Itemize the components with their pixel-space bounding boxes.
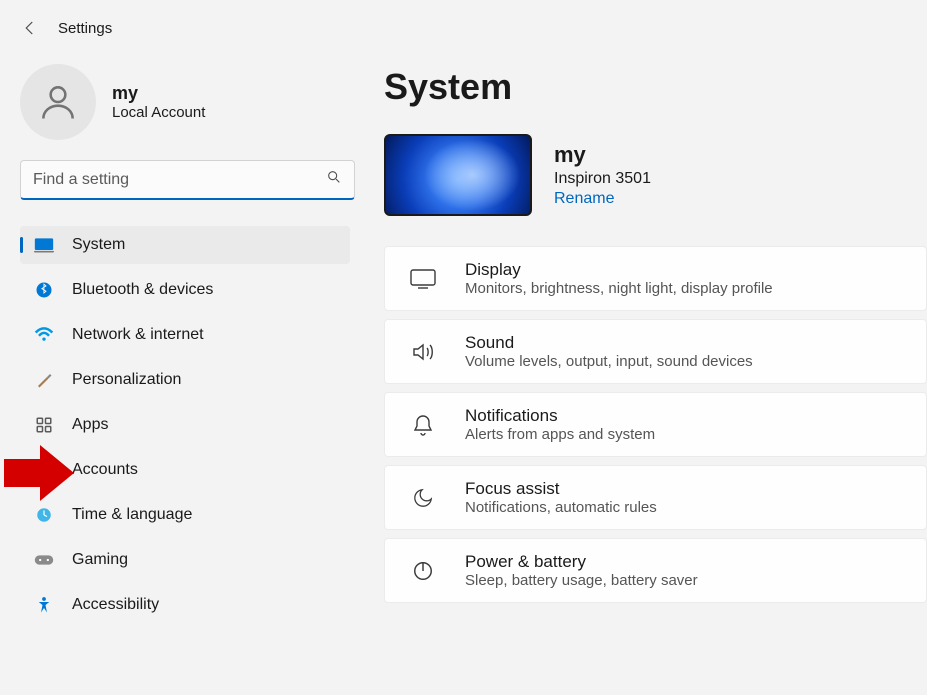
nav-item-gaming[interactable]: Gaming	[20, 541, 350, 579]
nav-item-network[interactable]: Network & internet	[20, 316, 350, 354]
nav-label: System	[72, 236, 125, 254]
nav-label: Personalization	[72, 371, 181, 389]
card-title: Focus assist	[465, 479, 657, 499]
sound-icon	[409, 338, 437, 366]
nav-item-accounts[interactable]: Accounts	[20, 451, 350, 489]
nav-label: Gaming	[72, 551, 128, 569]
display-icon	[409, 265, 437, 293]
moon-icon	[409, 484, 437, 512]
search-box[interactable]	[20, 160, 355, 200]
nav-label: Accessibility	[72, 596, 159, 614]
avatar	[20, 64, 96, 140]
card-desc: Alerts from apps and system	[465, 426, 655, 443]
card-title: Notifications	[465, 406, 655, 426]
account-block[interactable]: my Local Account	[20, 64, 350, 140]
sidebar: my Local Account System Bluetooth & de	[0, 56, 370, 624]
nav-item-time[interactable]: Time & language	[20, 496, 350, 534]
card-desc: Notifications, automatic rules	[465, 499, 657, 516]
system-icon	[34, 235, 54, 255]
search-icon	[326, 169, 342, 190]
window-title: Settings	[58, 20, 112, 37]
pc-wallpaper-thumb[interactable]	[384, 134, 532, 216]
card-focus[interactable]: Focus assist Notifications, automatic ru…	[384, 465, 927, 530]
clock-globe-icon	[34, 505, 54, 525]
main-content: System my Inspiron 3501 Rename Display M…	[370, 56, 927, 624]
nav-label: Time & language	[72, 506, 192, 524]
gamepad-icon	[34, 550, 54, 570]
power-icon	[409, 557, 437, 585]
settings-cards: Display Monitors, brightness, night ligh…	[384, 246, 927, 603]
bluetooth-icon	[34, 280, 54, 300]
pc-name: my	[554, 142, 651, 168]
account-name: my	[112, 83, 205, 104]
nav-item-apps[interactable]: Apps	[20, 406, 350, 444]
nav-item-bluetooth[interactable]: Bluetooth & devices	[20, 271, 350, 309]
nav-list: System Bluetooth & devices Network & int…	[20, 226, 350, 624]
nav-item-personalization[interactable]: Personalization	[20, 361, 350, 399]
apps-icon	[34, 415, 54, 435]
nav-label: Apps	[72, 416, 108, 434]
card-title: Power & battery	[465, 552, 698, 572]
brush-icon	[34, 370, 54, 390]
card-title: Display	[465, 260, 773, 280]
pc-model: Inspiron 3501	[554, 170, 651, 188]
account-type: Local Account	[112, 104, 205, 121]
page-title: System	[384, 66, 927, 108]
back-button[interactable]	[20, 18, 40, 38]
person-icon	[34, 460, 54, 480]
rename-link[interactable]: Rename	[554, 190, 651, 208]
nav-item-accessibility[interactable]: Accessibility	[20, 586, 350, 624]
card-notifications[interactable]: Notifications Alerts from apps and syste…	[384, 392, 927, 457]
accessibility-icon	[34, 595, 54, 615]
pc-info-block: my Inspiron 3501 Rename	[384, 134, 927, 216]
nav-item-system[interactable]: System	[20, 226, 350, 264]
card-desc: Volume levels, output, input, sound devi…	[465, 353, 753, 370]
nav-label: Bluetooth & devices	[72, 281, 213, 299]
search-input[interactable]	[33, 171, 326, 189]
wifi-icon	[34, 325, 54, 345]
card-desc: Sleep, battery usage, battery saver	[465, 572, 698, 589]
nav-label: Accounts	[72, 461, 138, 479]
card-sound[interactable]: Sound Volume levels, output, input, soun…	[384, 319, 927, 384]
card-desc: Monitors, brightness, night light, displ…	[465, 280, 773, 297]
bell-icon	[409, 411, 437, 439]
nav-label: Network & internet	[72, 326, 204, 344]
card-title: Sound	[465, 333, 753, 353]
card-display[interactable]: Display Monitors, brightness, night ligh…	[384, 246, 927, 311]
card-power[interactable]: Power & battery Sleep, battery usage, ba…	[384, 538, 927, 603]
